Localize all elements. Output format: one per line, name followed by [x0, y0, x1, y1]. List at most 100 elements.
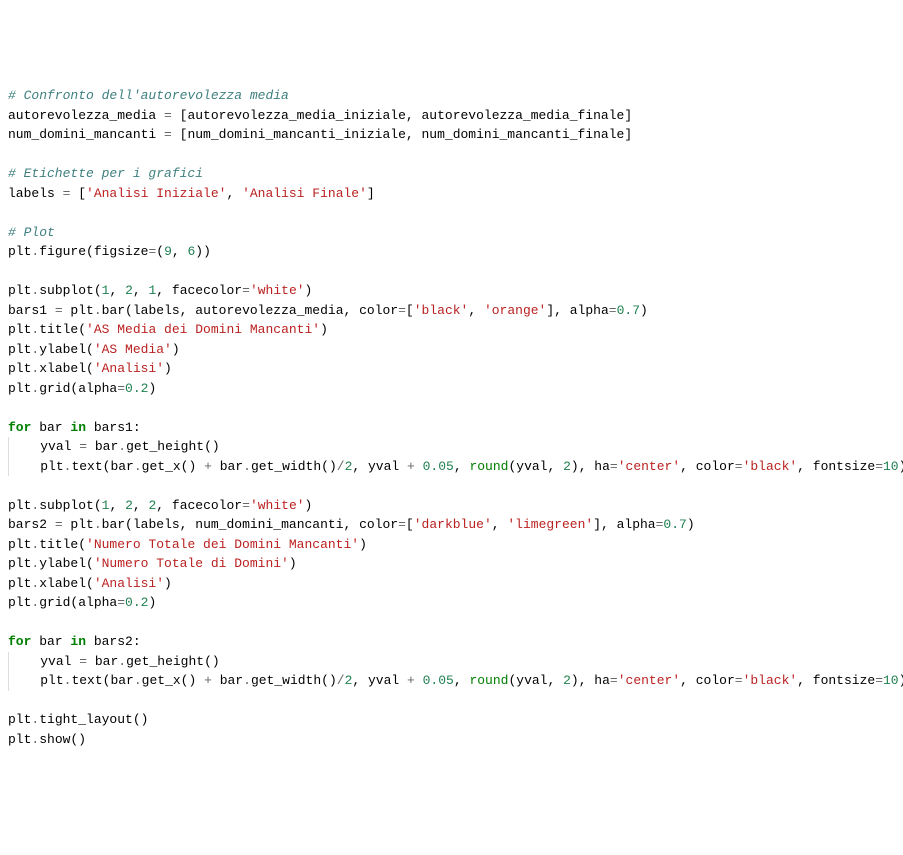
code-token	[415, 673, 423, 688]
code-token: grid(alpha	[39, 381, 117, 396]
code-line: plt.xlabel('Analisi')	[8, 574, 895, 594]
code-token: for	[8, 420, 31, 435]
code-line: plt.title('AS Media dei Domini Mancanti'…	[8, 320, 895, 340]
code-token: , fontsize	[797, 673, 875, 688]
code-line: plt.ylabel('AS Media')	[8, 340, 895, 360]
code-token: (yval,	[508, 459, 563, 474]
code-token: +	[204, 459, 212, 474]
code-token: 'Analisi Iniziale'	[86, 186, 226, 201]
code-token: .	[243, 459, 251, 474]
code-line: num_domini_mancanti = [num_domini_mancan…	[8, 125, 895, 145]
code-line: plt.xlabel('Analisi')	[8, 359, 895, 379]
code-token: get_width()	[251, 459, 337, 474]
code-token: ), ha	[571, 459, 610, 474]
code-token	[415, 459, 423, 474]
code-token: , facecolor	[156, 283, 242, 298]
code-token: .	[134, 673, 142, 688]
code-token: 'Numero Totale dei Domini Mancanti'	[86, 537, 359, 552]
code-line	[8, 398, 895, 418]
code-token: 10	[883, 673, 899, 688]
code-token: 0.2	[125, 595, 148, 610]
code-token: =	[117, 595, 125, 610]
code-token: get_height()	[126, 654, 220, 669]
code-token: bar	[31, 420, 70, 435]
code-token: subplot(	[39, 283, 101, 298]
code-token: ,	[492, 517, 508, 532]
indent-guide	[8, 652, 40, 672]
code-token: round	[469, 673, 508, 688]
code-line: plt.grid(alpha=0.2)	[8, 379, 895, 399]
code-token: =	[242, 498, 250, 513]
code-token: =	[609, 303, 617, 318]
code-token: labels	[8, 186, 63, 201]
code-token: ,	[454, 673, 470, 688]
code-line: for bar in bars2:	[8, 632, 895, 652]
code-token: =	[79, 439, 87, 454]
code-token: bars2	[8, 517, 55, 532]
code-token: =	[875, 459, 883, 474]
code-token: plt	[8, 244, 31, 259]
code-token: ,	[133, 498, 149, 513]
code-token: =	[79, 654, 87, 669]
code-token: =	[164, 127, 172, 142]
code-token: [	[70, 186, 86, 201]
code-token: )	[172, 342, 180, 357]
code-token: text(bar	[71, 673, 133, 688]
indent-guide	[8, 671, 40, 691]
code-line	[8, 476, 895, 496]
code-token: 9	[164, 244, 172, 259]
code-token: figure(figsize	[39, 244, 148, 259]
code-line: plt.show()	[8, 730, 895, 750]
code-block: # Confronto dell'autorevolezza mediaauto…	[8, 86, 895, 749]
code-token: , color	[680, 459, 735, 474]
code-token: ], alpha	[593, 517, 655, 532]
code-token: ,	[468, 303, 484, 318]
code-token: =	[164, 108, 172, 123]
code-token: bar	[87, 439, 118, 454]
indent-guide	[8, 437, 40, 457]
code-token: =	[55, 303, 63, 318]
code-token: 'Numero Totale di Domini'	[94, 556, 289, 571]
code-token: , facecolor	[156, 498, 242, 513]
code-token: 'orange'	[484, 303, 546, 318]
code-token: =	[398, 517, 406, 532]
code-token: =	[117, 381, 125, 396]
code-token: )	[148, 595, 156, 610]
code-token: .	[64, 673, 72, 688]
code-token: title(	[39, 537, 86, 552]
code-token: plt	[8, 498, 31, 513]
code-line: for bar in bars1:	[8, 418, 895, 438]
code-token: get_width()	[251, 673, 337, 688]
code-token: +	[407, 673, 415, 688]
code-token: plt	[40, 673, 63, 688]
code-token: .	[118, 439, 126, 454]
code-token: bar	[212, 459, 243, 474]
code-token: get_height()	[126, 439, 220, 454]
code-token: .	[31, 712, 39, 727]
code-token: .	[243, 673, 251, 688]
code-token: 10	[883, 459, 899, 474]
code-token: /	[337, 673, 345, 688]
code-token: plt	[8, 342, 31, 357]
code-token: +	[407, 459, 415, 474]
code-token: get_x()	[142, 459, 204, 474]
code-token: 2	[563, 459, 571, 474]
code-line: # Etichette per i grafici	[8, 164, 895, 184]
code-token: 0.7	[617, 303, 640, 318]
code-token: in	[70, 420, 86, 435]
code-token: 'black'	[414, 303, 469, 318]
code-token: plt	[8, 537, 31, 552]
code-token: )	[148, 381, 156, 396]
code-line: yval = bar.get_height()	[8, 652, 895, 672]
code-line: plt.subplot(1, 2, 2, facecolor='white')	[8, 496, 895, 516]
code-token: )	[320, 322, 328, 337]
code-line: plt.grid(alpha=0.2)	[8, 593, 895, 613]
code-token: .	[31, 732, 39, 747]
code-line: bars2 = plt.bar(labels, num_domini_manca…	[8, 515, 895, 535]
code-token: 2	[125, 498, 133, 513]
code-token: =	[55, 517, 63, 532]
code-token: 0.7	[663, 517, 686, 532]
code-token: plt	[8, 595, 31, 610]
code-line	[8, 203, 895, 223]
code-token: bar(labels, autorevolezza_media, color	[102, 303, 398, 318]
